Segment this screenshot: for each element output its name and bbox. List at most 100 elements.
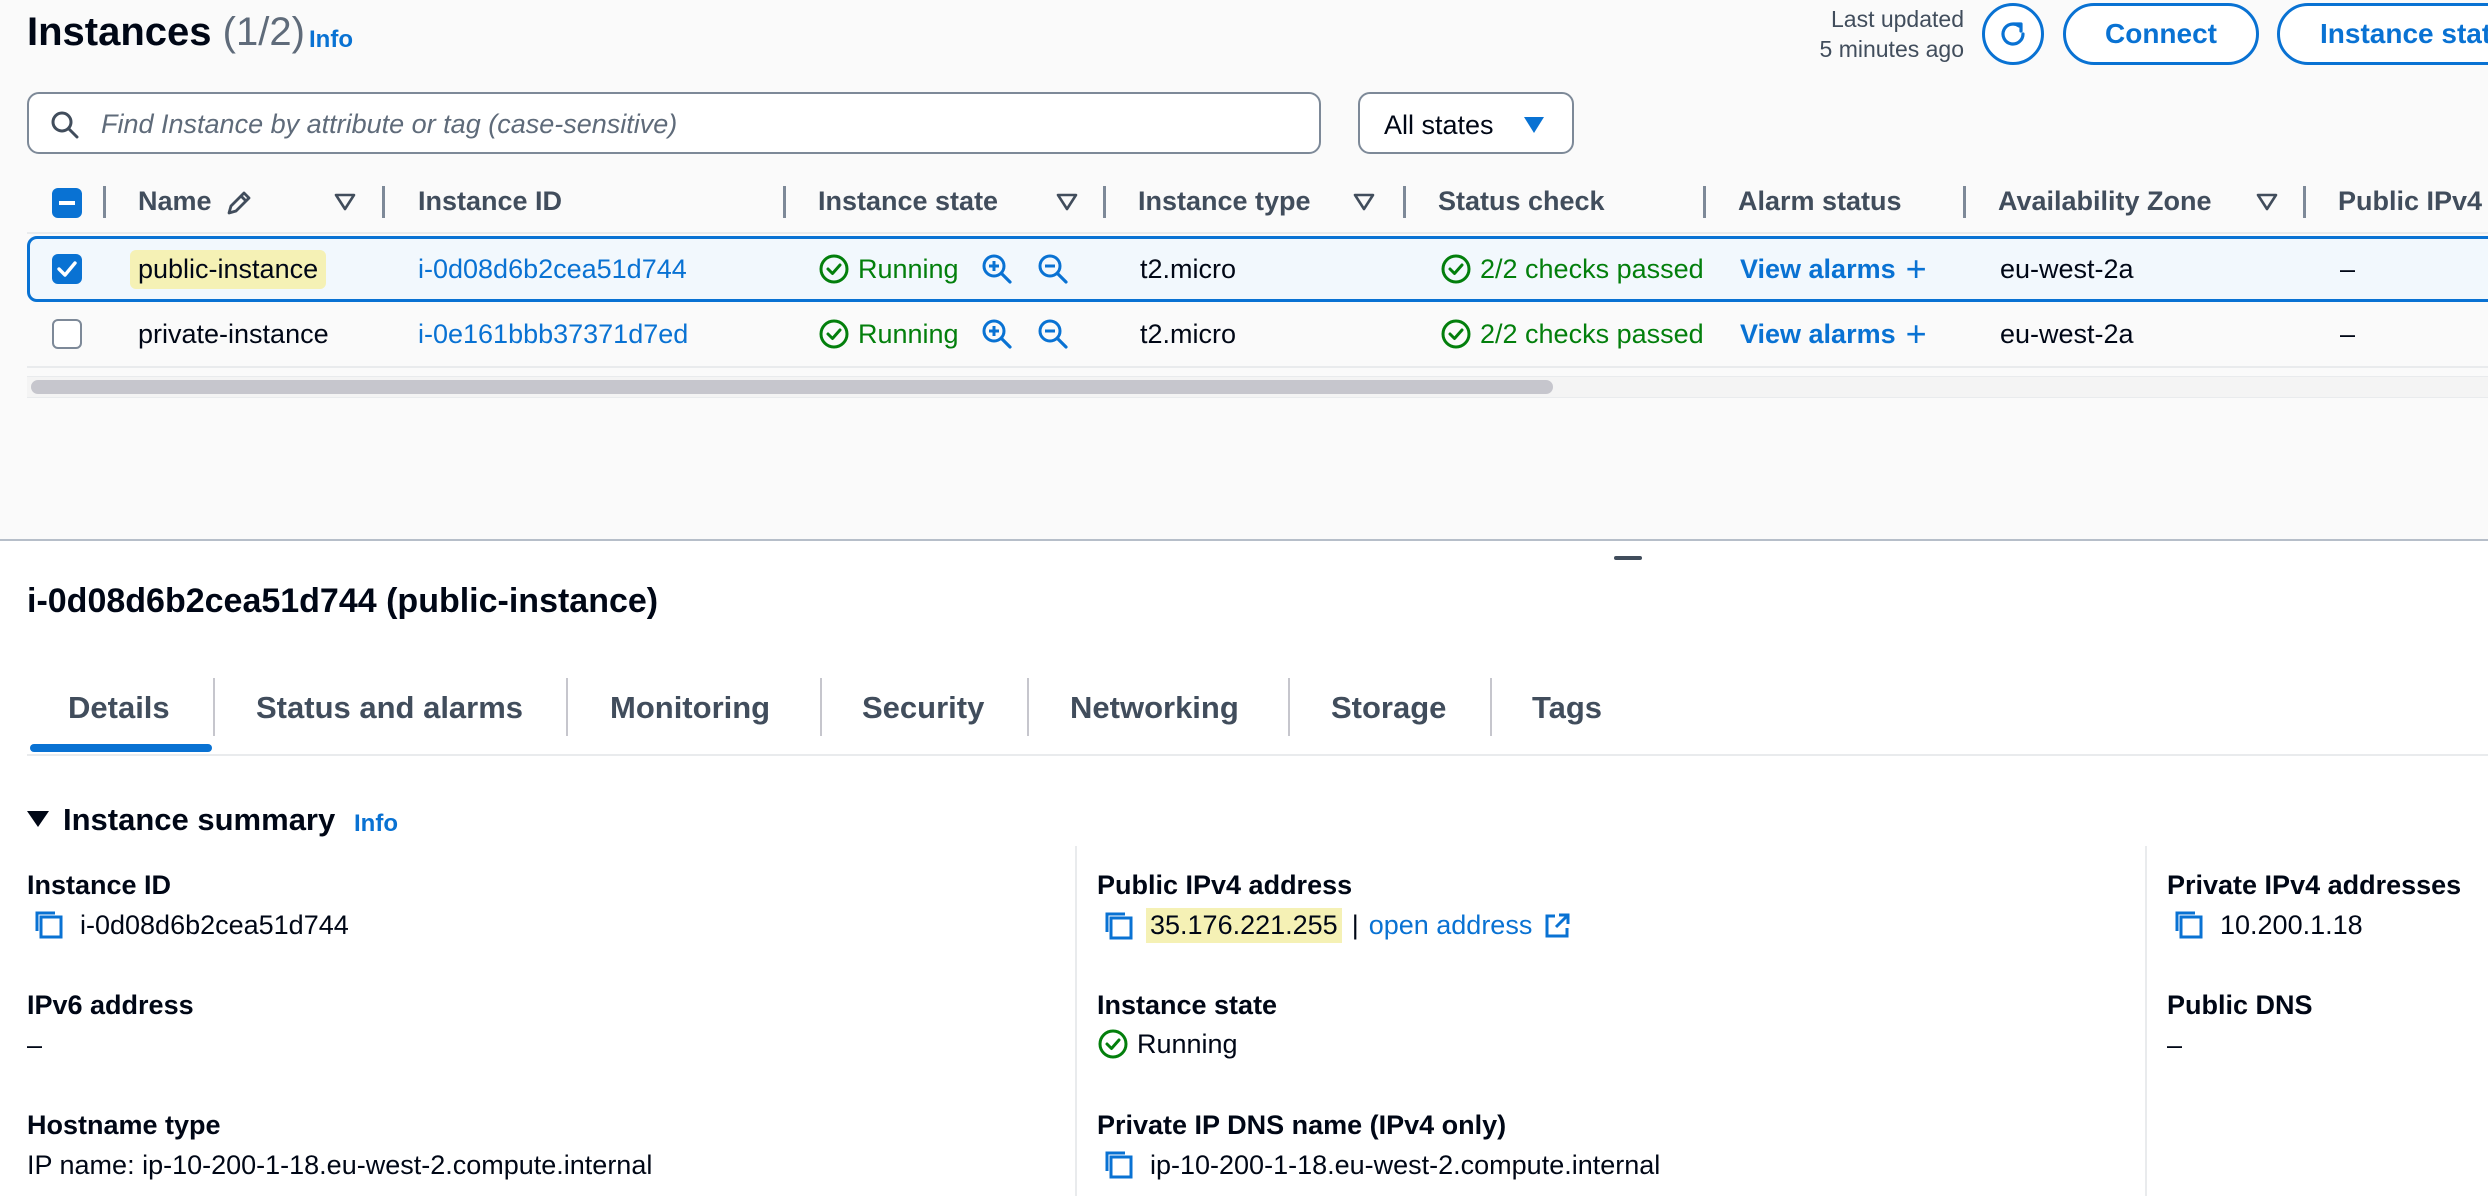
state-filter-select[interactable]: All states <box>1358 92 1574 154</box>
public-ipv4-value: 35.176.221.255 | open address <box>1102 908 1572 943</box>
zoom-out-icon[interactable] <box>1037 253 1069 285</box>
page-title-text: Instances <box>27 10 212 54</box>
zoom-in-icon[interactable] <box>981 318 1013 350</box>
instance-state-label: Instance state <box>1097 990 1278 1020</box>
state-filter-value: All states <box>1384 110 1494 140</box>
separator: | <box>1351 910 1359 940</box>
tab-storage[interactable]: Storage <box>1331 690 1446 726</box>
tab-separator <box>1490 678 1492 736</box>
public-ipv4: – <box>2340 253 2356 284</box>
search-input[interactable] <box>101 104 1301 144</box>
zoom-in-icon[interactable] <box>981 253 1013 285</box>
selection-count: (1/2) <box>222 10 305 54</box>
resize-handle[interactable] <box>1614 556 1642 560</box>
status-success-icon <box>1441 254 1471 284</box>
column-separator[interactable] <box>382 186 385 218</box>
refresh-button[interactable] <box>1982 3 2044 65</box>
public-dns-label: Public DNS <box>2167 990 2313 1020</box>
column-separator[interactable] <box>103 186 106 218</box>
tab-separator <box>566 678 568 736</box>
instances-panel: Instances (1/2) Info Last updated 5 minu… <box>0 0 2488 539</box>
tab-networking[interactable]: Networking <box>1070 690 1239 726</box>
public-ipv4-label: Public IPv4 address <box>1097 870 1353 900</box>
select-all-checkbox[interactable] <box>52 188 82 218</box>
edit-pencil-icon[interactable] <box>224 188 254 218</box>
add-alarm-icon[interactable]: + <box>1906 316 1927 352</box>
instance-id-link[interactable]: i-0e161bbb37371d7ed <box>418 302 688 366</box>
row-checkbox[interactable] <box>52 254 82 284</box>
checkmark-icon <box>57 261 77 277</box>
tab-separator <box>1288 678 1290 736</box>
summary-toggle[interactable]: Instance summary <box>27 802 335 838</box>
copy-icon[interactable] <box>2172 908 2206 942</box>
instance-name: public-instance <box>130 249 327 289</box>
column-header-instance-state[interactable]: Instance state <box>818 186 998 217</box>
filter-caret-icon[interactable] <box>334 192 356 212</box>
external-link-icon[interactable] <box>1542 911 1572 941</box>
status-success-icon <box>819 319 849 349</box>
tab-separator <box>1027 678 1029 736</box>
copy-icon[interactable] <box>1102 1148 1136 1182</box>
tab-tags[interactable]: Tags <box>1532 690 1602 726</box>
private-ipv4-label: Private IPv4 addresses <box>2167 870 2462 900</box>
instance-type: t2.micro <box>1140 253 1237 284</box>
tab-monitoring[interactable]: Monitoring <box>610 690 770 726</box>
instance-state: Running <box>818 239 1077 299</box>
tab-status-and-alarms[interactable]: Status and alarms <box>256 690 523 726</box>
view-alarms-link[interactable]: View alarms + <box>1740 239 1927 299</box>
column-divider <box>1075 846 1077 1196</box>
instance-id-value: i-0d08d6b2cea51d744 <box>32 908 349 942</box>
copy-icon[interactable] <box>32 908 66 942</box>
column-header-status-check[interactable]: Status check <box>1438 186 1605 217</box>
open-address-link[interactable]: open address <box>1369 910 1533 941</box>
search-icon <box>51 111 79 139</box>
add-alarm-icon[interactable]: + <box>1906 251 1927 287</box>
filter-caret-icon[interactable] <box>1056 192 1078 212</box>
info-link[interactable]: Info <box>309 26 353 54</box>
private-ipv4-value: 10.200.1.18 <box>2172 908 2363 942</box>
copy-icon[interactable] <box>1102 909 1136 943</box>
active-tab-indicator <box>30 744 212 752</box>
instance-id-link[interactable]: i-0d08d6b2cea51d744 <box>418 239 687 299</box>
filter-caret-icon[interactable] <box>1353 192 1375 212</box>
last-updated-label: Last updated <box>1830 6 1964 32</box>
connect-button[interactable]: Connect <box>2063 3 2259 65</box>
column-separator[interactable] <box>1403 186 1406 218</box>
instance-type: t2.micro <box>1140 318 1237 349</box>
ipv6-label: IPv6 address <box>27 990 194 1020</box>
column-header-alarm-status[interactable]: Alarm status <box>1738 186 1902 217</box>
view-alarms-link[interactable]: View alarms + <box>1740 302 1927 366</box>
column-header-name[interactable]: Name <box>138 186 212 217</box>
refresh-icon <box>2001 22 2025 46</box>
column-divider <box>2145 846 2147 1196</box>
caret-down-icon <box>27 810 49 827</box>
instance-state: Running <box>818 302 1077 366</box>
instance-id-label: Instance ID <box>27 870 172 900</box>
summary-info-link[interactable]: Info <box>354 810 398 838</box>
page-title: Instances (1/2) <box>27 10 305 55</box>
column-header-availability-zone[interactable]: Availability Zone <box>1998 186 2212 217</box>
filter-caret-icon[interactable] <box>2256 192 2278 212</box>
scrollbar-thumb[interactable] <box>31 380 1553 394</box>
column-separator[interactable] <box>783 186 786 218</box>
search-box[interactable] <box>27 92 1321 154</box>
row-checkbox[interactable] <box>52 319 82 349</box>
column-separator[interactable] <box>2303 186 2306 218</box>
zoom-out-icon[interactable] <box>1037 318 1069 350</box>
column-header-instance-type[interactable]: Instance type <box>1138 186 1311 217</box>
column-separator[interactable] <box>1703 186 1706 218</box>
column-separator[interactable] <box>1103 186 1106 218</box>
column-header-instance-id[interactable]: Instance ID <box>418 186 562 217</box>
horizontal-scrollbar[interactable] <box>27 376 2488 398</box>
last-updated: Last updated 5 minutes ago <box>1704 4 1964 64</box>
instance-state-button[interactable]: Instance stat <box>2277 3 2488 65</box>
tab-security[interactable]: Security <box>862 690 984 726</box>
table-row[interactable]: public-instance i-0d08d6b2cea51d744 Runn… <box>27 236 2488 302</box>
column-header-public-ipv4[interactable]: Public IPv4 <box>2338 186 2482 217</box>
tab-separator <box>213 678 215 736</box>
table-row[interactable]: private-instance i-0e161bbb37371d7ed Run… <box>27 302 2488 368</box>
status-success-icon <box>1098 1029 1128 1059</box>
tab-details[interactable]: Details <box>68 690 170 726</box>
instance-name: private-instance <box>138 318 329 349</box>
column-separator[interactable] <box>1963 186 1966 218</box>
